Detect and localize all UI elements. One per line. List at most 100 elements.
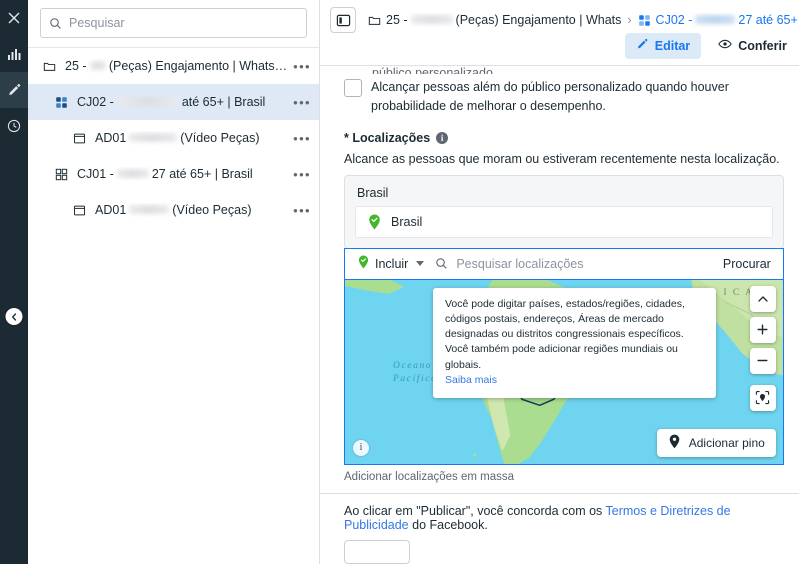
breadcrumb-item-adset[interactable]: CJ02 - 27 até 65+ [638, 13, 798, 27]
browse-locations-button[interactable]: Procurar [723, 257, 771, 271]
map-controls [749, 285, 776, 411]
location-search-input[interactable]: Pesquisar localizações [456, 257, 723, 271]
panel-toggle-icon[interactable] [330, 7, 356, 33]
redacted-text [116, 169, 149, 178]
footer-button[interactable] [344, 540, 410, 564]
map-info-icon[interactable]: i [353, 439, 369, 456]
tree-row-menu-button[interactable]: ••• [287, 96, 311, 109]
tree-row[interactable]: CJ01 - 27 até 65+ | Brasil ••• [28, 156, 319, 192]
redacted-text [410, 15, 453, 24]
footer: Ao clicar em "Publicar", você concorda c… [320, 493, 799, 564]
location-chip-brasil[interactable]: Brasil [355, 205, 773, 238]
locations-title: * Localizações i [344, 131, 784, 145]
tree-row-prefix: AD01 [95, 203, 127, 217]
folder-icon [368, 14, 381, 27]
analytics-icon[interactable] [0, 36, 28, 72]
search-box[interactable] [40, 8, 307, 38]
review-button-label: Conferir [738, 38, 787, 53]
clipped-text-above: público personalizado [372, 66, 493, 74]
locations-title-label: * Localizações [344, 130, 431, 145]
location-chip-label: Brasil [391, 214, 423, 229]
green-pin-icon [367, 214, 382, 230]
ad-icon [70, 204, 88, 217]
sidebar-search-wrap [28, 0, 319, 47]
tree-row-prefix: 25 - [65, 59, 87, 73]
footer-terms-text: Ao clicar em "Publicar", você concorda c… [344, 504, 784, 532]
review-button[interactable]: Conferir [707, 32, 798, 59]
redacted-text [116, 97, 179, 106]
tooltip-line-1: Você pode digitar países, estados/regiõe… [445, 297, 685, 341]
redacted-text [129, 133, 178, 142]
tooltip-line-2: Você também pode adicionar regiões mundi… [445, 343, 678, 371]
include-mode-dropdown[interactable]: Incluir [357, 255, 425, 272]
edit-button-label: Editar [654, 38, 691, 53]
tree-row-menu-button[interactable]: ••• [287, 204, 311, 217]
locations-help-tooltip: Você pode digitar países, estados/regiõe… [433, 287, 716, 399]
tree-row[interactable]: 25 - (Peças) Engajamento | Whats… ••• [28, 48, 319, 84]
tooltip-learn-more-link[interactable]: Saiba mais [445, 374, 497, 386]
tree-row-suffix: (Vídeo Peças) [172, 203, 252, 217]
search-input[interactable] [69, 16, 298, 30]
map-zoom-out-button[interactable] [749, 347, 776, 374]
form-content: público personalizado Alcançar pessoas a… [320, 66, 799, 493]
locations-card-heading: Brasil [357, 185, 389, 200]
main-panel: 25 - (Peças) Engajamento | Whats › CJ02 … [320, 0, 799, 564]
chevron-down-icon[interactable] [416, 261, 425, 267]
breadcrumb-adset-label: CJ02 - 27 até 65+ [656, 13, 798, 27]
history-icon[interactable] [0, 108, 28, 144]
close-icon[interactable] [0, 0, 28, 36]
ad-icon [70, 132, 88, 145]
location-search-bar[interactable]: Incluir Pesquisar localizações Procurar [344, 247, 784, 280]
collapse-rail-button[interactable] [5, 308, 23, 325]
redacted-text [129, 205, 170, 214]
expand-audience-label: Alcançar pessoas além do público persona… [371, 80, 729, 114]
adset-icon [638, 14, 651, 27]
tree-row-prefix: CJ02 - [77, 95, 114, 109]
edit-icon[interactable] [0, 72, 28, 108]
map-locate-button[interactable] [749, 384, 776, 411]
locations-map[interactable]: OceanoPacífico OceanoAtlântico F R I C A… [344, 279, 784, 465]
expand-audience-checkbox[interactable] [344, 79, 362, 97]
tree-row-label: AD01 (Vídeo Peças) [95, 203, 287, 217]
add-pin-button[interactable]: Adicionar pino [656, 428, 776, 457]
search-icon [49, 17, 62, 30]
redacted-text [89, 61, 106, 70]
tree-row[interactable]: AD01 (Vídeo Peças) ••• [28, 120, 319, 156]
footer-text-after: do Facebook. [408, 518, 488, 532]
search-icon [435, 257, 448, 270]
breadcrumb: 25 - (Peças) Engajamento | Whats › CJ02 … [330, 6, 798, 34]
breadcrumb-suffix: (Peças) Engajamento | Whats [455, 13, 622, 27]
breadcrumb-item-campaign[interactable]: 25 - (Peças) Engajamento | Whats [368, 13, 621, 27]
tree-row-suffix: (Vídeo Peças) [180, 131, 260, 145]
map-collapse-button[interactable] [749, 285, 776, 312]
campaign-tree: 25 - (Peças) Engajamento | Whats… ••• CJ02… [28, 47, 319, 564]
tree-row-menu-button[interactable]: ••• [287, 132, 311, 145]
bulk-add-locations-link[interactable]: Adicionar localizações em massa [344, 471, 784, 483]
locations-card: Brasil Brasil [344, 174, 784, 249]
icon-rail [0, 0, 28, 564]
breadcrumb-prefix: 25 - [386, 13, 408, 27]
tree-row-label: AD01 (Vídeo Peças) [95, 131, 287, 145]
tree-row-label: 25 - (Peças) Engajamento | Whats… [65, 59, 287, 73]
topbar-actions: Editar Conferir [624, 32, 798, 59]
tree-row[interactable]: AD01 (Vídeo Peças) ••• [28, 192, 319, 228]
map-zoom-in-button[interactable] [749, 316, 776, 343]
breadcrumb-prefix: CJ02 - [655, 13, 693, 27]
tree-row-menu-button[interactable]: ••• [287, 168, 311, 181]
locations-info-icon[interactable]: i [436, 131, 449, 144]
tree-row-label: CJ01 - 27 até 65+ | Brasil [77, 167, 287, 181]
expand-audience-row[interactable]: Alcançar pessoas além do público persona… [344, 78, 784, 117]
pencil-icon [636, 38, 649, 54]
breadcrumb-separator: › [627, 13, 632, 27]
tree-row-suffix: 27 até 65+ | Brasil [151, 167, 253, 181]
tree-row-suffix: (Peças) Engajamento | Whats… [108, 59, 288, 73]
edit-button[interactable]: Editar [624, 32, 702, 59]
eye-icon [718, 37, 732, 54]
tree-row[interactable]: CJ02 - até 65+ | Brasil ••• [28, 84, 319, 120]
tree-row-menu-button[interactable]: ••• [287, 60, 311, 73]
tree-row-label: CJ02 - até 65+ | Brasil [77, 95, 287, 109]
green-pin-icon [357, 255, 370, 272]
add-pin-label: Adicionar pino [688, 435, 765, 450]
pin-icon [668, 434, 681, 452]
footer-text-before: Ao clicar em "Publicar", você concorda c… [344, 504, 606, 518]
